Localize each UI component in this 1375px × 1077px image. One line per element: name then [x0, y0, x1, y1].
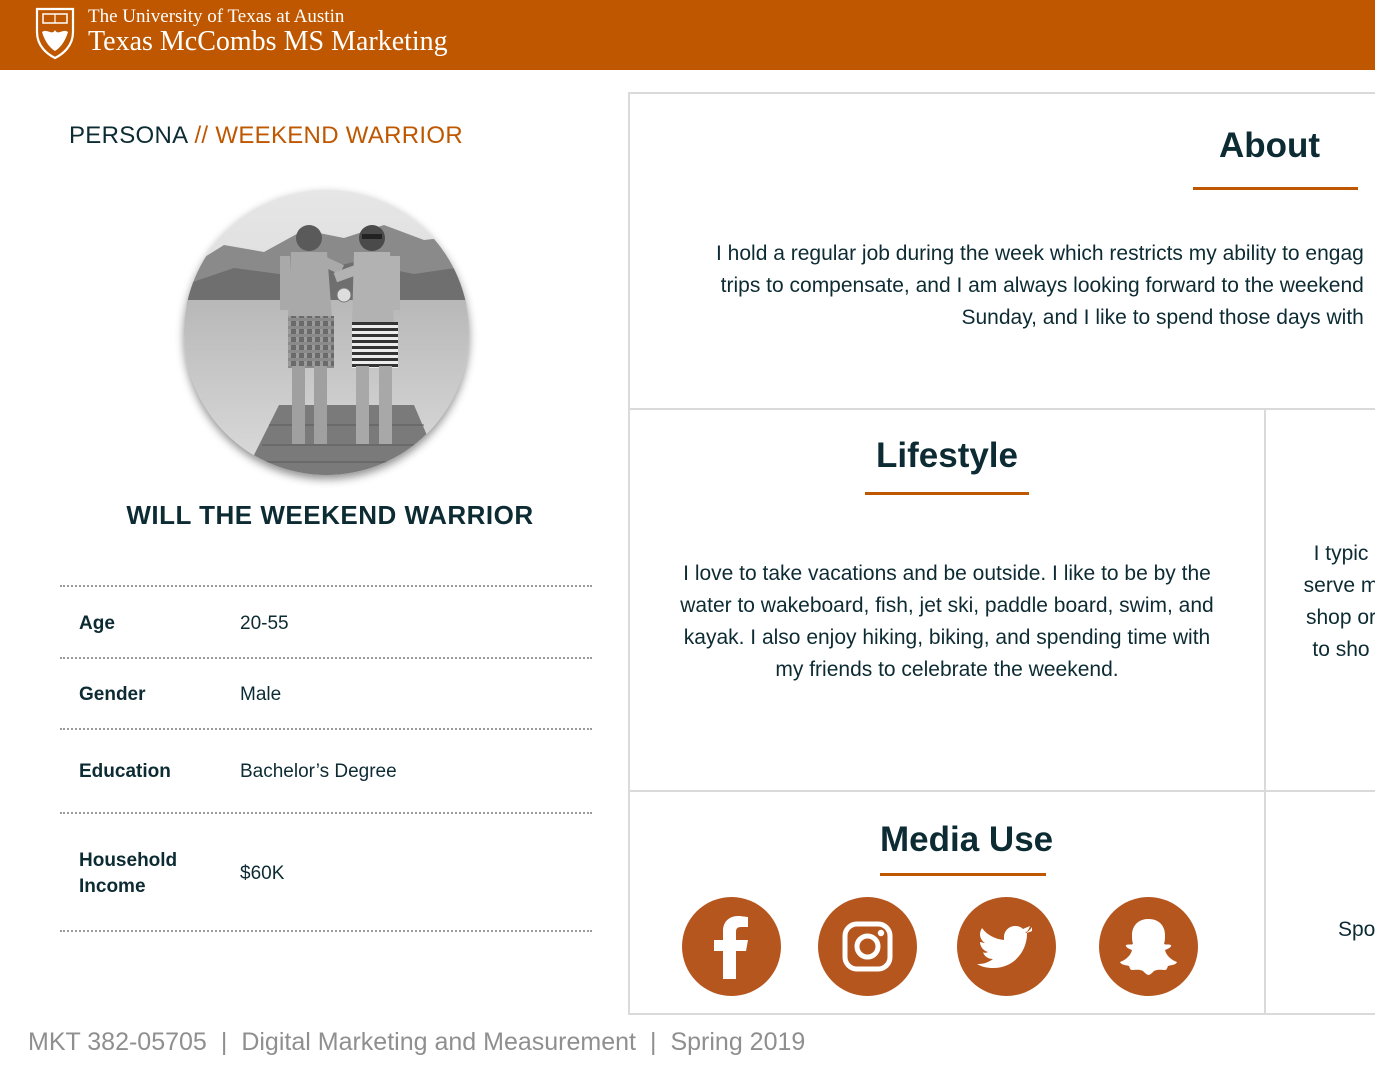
- about-line: Sunday, and I like to spend those days w…: [961, 306, 1364, 329]
- about-underline: [1193, 187, 1358, 190]
- detail-row-income: Household Income $60K: [60, 812, 592, 932]
- facebook-glyph: [714, 916, 748, 979]
- persona-name: WILL THE WEEKEND WARRIOR: [126, 500, 534, 530]
- media-use-panel: Media Use: [628, 790, 1266, 1015]
- shopping-line: shop or: [1305, 606, 1375, 629]
- lifestyle-panel: Lifestyle I love to take vacations and b…: [628, 408, 1266, 792]
- detail-key: Household Income: [79, 848, 177, 900]
- lifestyle-text: I love to take vacations and be outside.…: [630, 558, 1264, 686]
- snapchat-icon[interactable]: [1099, 897, 1198, 996]
- about-text: I hold a regular job during the week whi…: [716, 238, 1364, 334]
- detail-row-education: Education Bachelor’s Degree: [60, 728, 592, 812]
- shopping-line: I typic: [1313, 542, 1369, 565]
- detail-key: Age: [79, 613, 115, 634]
- facebook-icon[interactable]: [682, 897, 781, 996]
- instagram-glyph: [842, 921, 893, 972]
- university-name: The University of Texas at Austin: [88, 6, 345, 27]
- footer-separator: |: [220, 1028, 228, 1056]
- interests-panel: Spo: [1264, 790, 1375, 1015]
- about-line: trips to compensate, and I am always loo…: [720, 274, 1364, 297]
- program-name: Texas McCombs MS Marketing: [88, 26, 448, 57]
- lifestyle-title: Lifestyle: [876, 436, 1018, 475]
- persona-label-tag: // WEEKEND WARRIOR: [194, 122, 463, 149]
- interests-text: Spo: [1338, 918, 1375, 941]
- detail-key: Gender: [79, 684, 146, 705]
- detail-key-line: Income: [79, 876, 146, 897]
- footer-separator: |: [649, 1028, 657, 1056]
- detail-row-gender: Gender Male: [60, 657, 592, 728]
- media-use-title: Media Use: [880, 820, 1054, 859]
- persona-photo: [184, 190, 469, 475]
- detail-value: $60K: [240, 863, 285, 884]
- shopping-line: serve m: [1303, 574, 1375, 597]
- about-title: About: [1219, 126, 1321, 165]
- about-panel: About I hold a regular job during the we…: [628, 92, 1375, 410]
- twitter-icon[interactable]: [957, 897, 1056, 996]
- lifestyle-line: I love to take vacations and be outside.…: [683, 562, 1211, 585]
- detail-value: Bachelor’s Degree: [240, 761, 397, 782]
- detail-value: Male: [240, 684, 282, 705]
- shopping-panel: I typic serve m shop or to sho: [1264, 408, 1375, 792]
- lifestyle-line: my friends to celebrate the weekend.: [775, 658, 1119, 681]
- persona-photo-illustration: [184, 190, 469, 475]
- shopping-text: I typic serve m shop or to sho: [1266, 538, 1375, 666]
- twitter-glyph: [977, 926, 1032, 968]
- media-use-underline: [880, 873, 1046, 876]
- snapchat-glyph: [1120, 919, 1177, 975]
- detail-key-line: Household: [79, 850, 178, 871]
- footer: MKT 382-05705 | Digital Marketing and Meas…: [28, 1028, 805, 1057]
- footer-term: Spring 2019: [670, 1028, 806, 1056]
- site-header: The University of Texas at Austin Texas …: [0, 0, 1375, 70]
- lifestyle-line: water to wakeboard, fish, jet ski, paddl…: [680, 594, 1214, 617]
- ut-shield-logo-icon: [35, 7, 75, 60]
- persona-details-table: Age 20-55 Gender Male Education Bachelor…: [60, 585, 592, 932]
- footer-course-name: Digital Marketing and Measurement: [241, 1028, 636, 1056]
- shopping-line: to sho: [1312, 638, 1370, 661]
- about-line: I hold a regular job during the week whi…: [716, 242, 1364, 265]
- footer-course-code: MKT 382-05705: [28, 1028, 207, 1056]
- persona-label-prefix: PERSONA: [69, 122, 189, 149]
- persona-label: PERSONA// WEEKEND WARRIOR: [69, 122, 463, 150]
- lifestyle-line: kayak. I also enjoy hiking, biking, and …: [683, 626, 1211, 649]
- detail-key: Education: [79, 761, 171, 782]
- detail-row-age: Age 20-55: [60, 585, 592, 657]
- lifestyle-underline: [865, 492, 1029, 495]
- detail-value: 20-55: [240, 613, 289, 634]
- instagram-icon[interactable]: [818, 897, 917, 996]
